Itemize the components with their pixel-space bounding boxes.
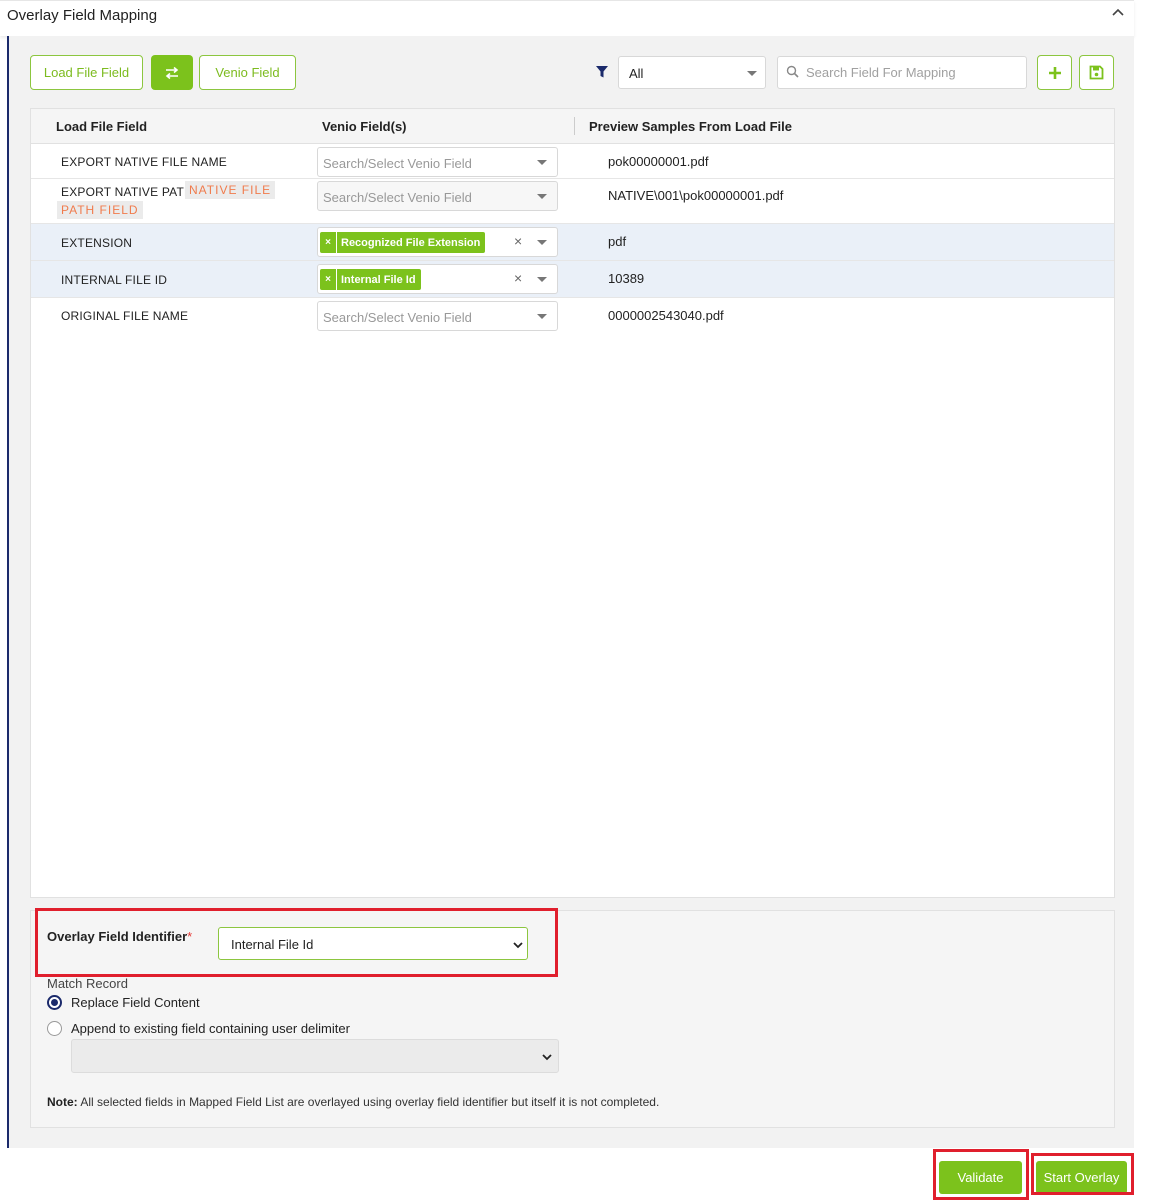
load-field-name: ORIGINAL FILE NAME <box>61 309 189 323</box>
add-button[interactable] <box>1037 55 1072 90</box>
match-record-label: Match Record <box>47 976 128 991</box>
selected-field-chip: × Internal File Id <box>320 269 421 290</box>
chip-label: Recognized File Extension <box>341 236 481 249</box>
note-text: Note: All selected fields in Mapped Fiel… <box>47 1095 660 1109</box>
venio-field-combobox[interactable]: Search/Select Venio Field <box>317 301 558 331</box>
preview-value: pok00000001.pdf <box>608 154 709 169</box>
clear-icon[interactable]: × <box>514 270 522 286</box>
combo-placeholder: Search/Select Venio Field <box>323 190 472 205</box>
preview-value: 10389 <box>608 271 645 286</box>
plus-icon <box>1048 66 1061 79</box>
chip-remove-icon[interactable]: × <box>320 269 337 290</box>
filter-value: All <box>629 66 644 81</box>
caret-down-icon <box>537 194 547 199</box>
caret-down-icon <box>537 160 547 165</box>
filter-icon <box>596 66 608 78</box>
chip-label: Internal File Id <box>341 273 416 286</box>
caret-down-icon <box>537 314 547 319</box>
table-row[interactable]: EXPORT NATIVE FILE NAME Search/Select Ve… <box>31 144 1114 179</box>
search-input[interactable] <box>806 65 1016 80</box>
venio-field-combobox[interactable]: × Recognized File Extension × <box>317 227 558 257</box>
caret-down-icon <box>537 277 547 282</box>
header-venio-fields: Venio Field(s) <box>322 119 407 134</box>
selected-field-chip: × Recognized File Extension <box>320 232 486 253</box>
mapping-grid: Load File Field Venio Field(s) Preview S… <box>30 108 1115 898</box>
search-field[interactable] <box>777 56 1027 89</box>
chevron-down-icon <box>542 1054 552 1061</box>
load-field-name: EXPORT NATIVE FILE NAME <box>61 155 227 169</box>
caret-down-icon <box>537 240 547 245</box>
highlight-validate <box>933 1149 1029 1200</box>
save-button[interactable] <box>1079 55 1114 90</box>
preview-value: 0000002543040.pdf <box>608 308 724 323</box>
combo-placeholder: Search/Select Venio Field <box>323 156 472 171</box>
clear-icon[interactable]: × <box>514 233 522 249</box>
grid-header: Load File Field Venio Field(s) Preview S… <box>31 109 1114 144</box>
radio-button-selected[interactable] <box>47 995 62 1010</box>
chip-remove-icon[interactable]: × <box>320 232 337 253</box>
native-path-tag: NATIVE FILE <box>185 181 276 199</box>
combo-placeholder: Search/Select Venio Field <box>323 310 472 325</box>
venio-field-combobox[interactable]: × Internal File Id × <box>317 264 558 294</box>
load-field-name: EXPORT NATIVE PATH <box>61 185 193 199</box>
table-row[interactable]: EXPORT NATIVE PATH NATIVE FILE PATH FIEL… <box>31 179 1114 224</box>
section-title: Overlay Field Mapping <box>7 7 158 24</box>
save-icon <box>1089 65 1104 80</box>
header-load-file-field: Load File Field <box>56 119 148 134</box>
chevron-up-icon[interactable] <box>1110 5 1126 21</box>
load-field-name: EXTENSION <box>61 236 133 250</box>
radio-append-delimiter[interactable]: Append to existing field containing user… <box>47 1021 350 1036</box>
highlight-identifier <box>35 908 558 977</box>
radio-replace-label: Replace Field Content <box>71 995 200 1010</box>
native-path-tag-line2: PATH FIELD <box>57 201 143 219</box>
swap-button[interactable] <box>151 55 193 90</box>
table-row[interactable]: INTERNAL FILE ID × Internal File Id × 10… <box>31 261 1114 298</box>
section-header: Overlay Field Mapping <box>0 0 1134 36</box>
table-row[interactable]: EXTENSION × Recognized File Extension × … <box>31 224 1114 261</box>
highlight-start-overlay <box>1031 1153 1134 1195</box>
mapping-panel: Load File Field Venio Field All Load Fil… <box>7 36 1134 1148</box>
load-field-name: INTERNAL FILE ID <box>61 273 168 287</box>
preview-value: NATIVE\001\pok00000001.pdf <box>608 188 784 203</box>
venio-field-button[interactable]: Venio Field <box>199 55 296 90</box>
delimiter-select[interactable] <box>71 1039 559 1073</box>
table-row[interactable]: ORIGINAL FILE NAME Search/Select Venio F… <box>31 298 1114 334</box>
search-icon <box>786 65 799 78</box>
venio-field-combobox[interactable]: Search/Select Venio Field <box>317 147 558 177</box>
load-file-field-button[interactable]: Load File Field <box>30 55 143 90</box>
preview-value: pdf <box>608 234 627 249</box>
caret-down-icon <box>747 71 757 76</box>
filter-select[interactable]: All <box>618 56 766 89</box>
radio-append-label: Append to existing field containing user… <box>71 1021 350 1036</box>
swap-arrows-icon <box>165 66 179 79</box>
header-preview: Preview Samples From Load File <box>589 119 793 134</box>
venio-field-combobox[interactable]: Search/Select Venio Field <box>317 181 558 211</box>
radio-button[interactable] <box>47 1021 62 1036</box>
header-divider <box>574 117 575 135</box>
radio-replace-content[interactable]: Replace Field Content <box>47 995 200 1010</box>
